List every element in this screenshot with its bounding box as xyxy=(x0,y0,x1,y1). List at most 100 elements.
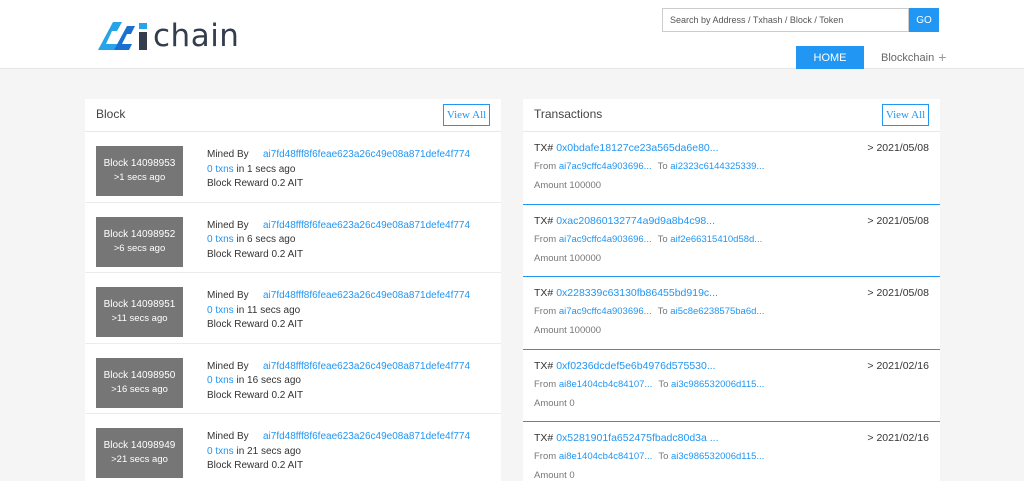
tx-prefix: TX# xyxy=(534,359,554,372)
block-reward: Block Reward 0.2 AIT xyxy=(207,248,304,260)
from-address-link[interactable]: ai8e1404cb4c84107... xyxy=(559,451,653,462)
block-number: Block 14098952 xyxy=(103,228,176,240)
search-go-button[interactable]: GO xyxy=(909,8,939,32)
mined-by-label: Mined By xyxy=(207,290,249,301)
block-age-short: >11 secs ago xyxy=(111,313,168,324)
tx-amount: Amount 100000 xyxy=(534,180,602,191)
block-badge[interactable]: Block 14098952 >6 secs ago xyxy=(96,216,183,267)
nav-blockchain[interactable]: Blockchain + xyxy=(881,46,946,69)
block-row: Block 14098950 >16 secs ago Mined By ai7f… xyxy=(85,344,501,414)
from-address-link[interactable]: ai7ac9cffc4a903696... xyxy=(559,161,652,172)
block-reward: Block Reward 0.2 AIT xyxy=(207,178,304,189)
tx-amount: Amount 100000 xyxy=(534,252,602,264)
from-address-link[interactable]: ai7ac9cffc4a903696... xyxy=(559,234,652,245)
tx-prefix: TX# xyxy=(534,287,554,299)
from-address-link[interactable]: ai8e1404cb4c84107... xyxy=(559,379,653,390)
logo[interactable]: chain xyxy=(98,18,239,54)
logo-text: chain xyxy=(153,18,240,54)
block-age: 16 secs ago xyxy=(247,375,301,386)
to-address-link[interactable]: aif2e66315410d58d... xyxy=(670,234,762,245)
block-age-short: >6 secs ago xyxy=(113,242,166,254)
block-info: Mined By ai7fd48fff8f6feae623a26c49e08a87… xyxy=(207,430,470,474)
to-label: To xyxy=(657,306,668,317)
tx-date: > 2021/02/16 xyxy=(867,432,929,444)
transactions-panel-header: Transactions View All xyxy=(523,99,940,132)
block-age-short: >16 secs ago xyxy=(111,383,168,395)
txns-link[interactable]: 0 txns xyxy=(207,305,234,316)
block-badge[interactable]: Block 14098950 >16 secs ago xyxy=(96,357,183,408)
miner-address-link[interactable]: ai7fd48fff8f6feae623a26c49e08a871defe4f7… xyxy=(263,149,470,160)
tx-hash-link[interactable]: 0x0bdafe18127ce23a565da6e80... xyxy=(556,142,718,154)
to-address-link[interactable]: ai5c8e6238575ba6d... xyxy=(670,306,764,317)
tx-hash-link[interactable]: 0xac20860132774a9d9a8b4c98... xyxy=(556,215,715,227)
tx-amount: Amount 0 xyxy=(534,470,575,481)
from-label: From xyxy=(534,306,557,317)
block-badge[interactable]: Block 14098953 >1 secs ago xyxy=(96,146,183,196)
block-info: Mined By ai7fd48fff8f6feae623a26c49e08a87… xyxy=(207,289,470,333)
block-row: Block 14098952 >6 secs ago Mined By ai7fd… xyxy=(85,203,501,273)
txns-link[interactable]: 0 txns xyxy=(207,375,234,386)
blocks-panel-header: Block View All xyxy=(85,99,501,132)
tx-date: > 2021/05/08 xyxy=(867,214,929,227)
tx-prefix: TX# xyxy=(534,432,554,444)
block-age: 11 secs ago xyxy=(247,304,301,316)
from-label: From xyxy=(534,451,557,462)
in-label: in xyxy=(236,163,245,175)
nav-home[interactable]: HOME xyxy=(796,46,864,69)
to-address-link[interactable]: ai3c986532006d115... xyxy=(671,379,764,390)
in-label: in xyxy=(236,445,245,457)
block-info: Mined By ai7fd48fff8f6feae623a26c49e08a87… xyxy=(207,360,470,404)
search-input[interactable] xyxy=(662,8,909,32)
block-info: Mined By ai7fd48fff8f6feae623a26c49e08a87… xyxy=(207,148,470,192)
tx-row: TX# 0xf0236dcdef5e6b4976d575530... > 202… xyxy=(523,350,940,422)
block-info: Mined By ai7fd48fff8f6feae623a26c49e08a87… xyxy=(207,219,470,263)
plus-icon: + xyxy=(938,49,947,65)
mined-by-label: Mined By xyxy=(207,219,249,231)
tx-date: > 2021/05/08 xyxy=(867,142,929,154)
transactions-panel: Transactions View All TX# 0x0bdafe18127c… xyxy=(523,99,940,481)
blocks-view-all-button[interactable]: View All xyxy=(443,104,490,126)
tx-row: TX# 0x228339c63130fb86455bd919c... > 202… xyxy=(523,277,940,350)
tx-date: > 2021/02/16 xyxy=(867,359,929,372)
to-label: To xyxy=(658,451,669,462)
block-number: Block 14098953 xyxy=(103,158,176,169)
tx-hash-link[interactable]: 0x228339c63130fb86455bd919c... xyxy=(556,287,718,299)
to-label: To xyxy=(658,378,669,390)
miner-address-link[interactable]: ai7fd48fff8f6feae623a26c49e08a871defe4f7… xyxy=(263,431,470,442)
from-address-link[interactable]: ai7ac9cffc4a903696... xyxy=(559,306,652,317)
to-address-link[interactable]: ai2323c6144325339... xyxy=(670,161,764,172)
tx-row: TX# 0xac20860132774a9d9a8b4c98... > 2021… xyxy=(523,205,940,277)
tx-prefix: TX# xyxy=(534,142,554,154)
block-number: Block 14098949 xyxy=(103,440,176,451)
in-label: in xyxy=(236,304,245,316)
block-number: Block 14098951 xyxy=(103,299,176,310)
transactions-view-all-button[interactable]: View All xyxy=(882,104,929,126)
miner-address-link[interactable]: ai7fd48fff8f6feae623a26c49e08a871defe4f7… xyxy=(263,220,470,231)
tx-prefix: TX# xyxy=(534,214,554,227)
from-label: From xyxy=(534,161,557,172)
block-row: Block 14098949 >21 secs ago Mined By ai7f… xyxy=(85,414,501,481)
to-address-link[interactable]: ai3c986532006d115... xyxy=(671,451,764,462)
block-badge[interactable]: Block 14098951 >11 secs ago xyxy=(96,287,183,337)
block-age: 1 secs ago xyxy=(247,163,296,175)
in-label: in xyxy=(236,375,245,386)
block-reward: Block Reward 0.2 AIT xyxy=(207,389,304,401)
miner-address-link[interactable]: ai7fd48fff8f6feae623a26c49e08a871defe4f7… xyxy=(263,361,470,372)
ai-logo-icon xyxy=(98,22,147,50)
tx-hash-link[interactable]: 0x5281901fa652475fbadc80d3a ... xyxy=(556,432,718,444)
blocks-panel: Block View All Block 14098953 >1 secs ag… xyxy=(85,99,501,481)
from-label: From xyxy=(534,378,557,390)
miner-address-link[interactable]: ai7fd48fff8f6feae623a26c49e08a871defe4f7… xyxy=(263,290,470,301)
txns-link[interactable]: 0 txns xyxy=(207,234,234,245)
block-age: 21 secs ago xyxy=(247,445,301,457)
block-badge[interactable]: Block 14098949 >21 secs ago xyxy=(96,428,183,478)
txns-link[interactable]: 0 txns xyxy=(207,164,234,175)
tx-row: TX# 0x0bdafe18127ce23a565da6e80... > 202… xyxy=(523,132,940,205)
blocks-panel-title: Block xyxy=(96,107,126,121)
site-header: chain GO HOME Blockchain + xyxy=(0,0,1024,69)
block-reward: Block Reward 0.2 AIT xyxy=(207,319,304,330)
to-label: To xyxy=(657,233,668,245)
tx-hash-link[interactable]: 0xf0236dcdef5e6b4976d575530... xyxy=(556,360,715,372)
txns-link[interactable]: 0 txns xyxy=(207,446,234,457)
block-reward: Block Reward 0.2 AIT xyxy=(207,460,304,471)
